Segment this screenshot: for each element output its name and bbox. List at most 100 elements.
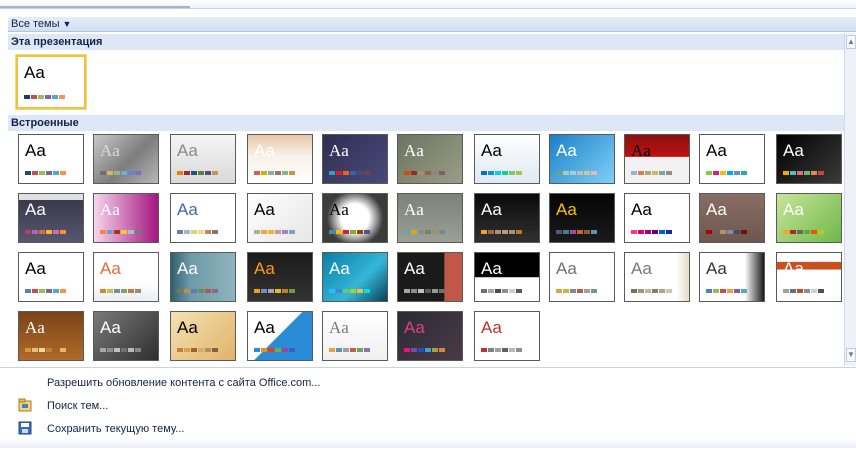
color-swatch bbox=[556, 230, 562, 234]
theme-thumbnail-verve[interactable]: Aa bbox=[624, 193, 690, 243]
theme-thumbnail-apex[interactable]: Aa bbox=[93, 134, 159, 184]
theme-thumbnail-equity[interactable]: Aa bbox=[397, 134, 463, 184]
color-swatch bbox=[282, 230, 288, 234]
color-swatch bbox=[713, 289, 719, 293]
color-swatch bbox=[25, 171, 31, 175]
color-swatch bbox=[509, 230, 515, 234]
theme-thumbnail-aspect2[interactable]: Aa bbox=[93, 252, 159, 302]
theme-sample-text: Aa bbox=[25, 318, 45, 337]
theme-thumbnail-concourse[interactable]: Aa bbox=[322, 134, 388, 184]
theme-thumbnail-clarity[interactable]: Aa bbox=[93, 311, 159, 361]
color-swatch bbox=[713, 171, 719, 175]
color-swatch bbox=[177, 289, 183, 293]
theme-color-swatches bbox=[25, 230, 67, 234]
theme-thumbnail-opulent[interactable]: Aa bbox=[18, 193, 84, 243]
filter-bar: Все темы ▼ bbox=[8, 17, 856, 32]
color-swatch bbox=[329, 171, 335, 175]
theme-thumbnail-spring[interactable]: Aa bbox=[397, 311, 463, 361]
color-swatch bbox=[432, 230, 438, 234]
theme-sample-text: Aa bbox=[254, 259, 275, 278]
all-themes-label: Все темы bbox=[11, 18, 60, 30]
color-swatch bbox=[591, 289, 597, 293]
theme-sample-text: Aa bbox=[481, 200, 502, 219]
color-swatch bbox=[289, 348, 295, 352]
color-swatch bbox=[128, 348, 134, 352]
theme-thumbnail-oriel[interactable]: Aa bbox=[93, 193, 159, 243]
color-swatch bbox=[364, 289, 370, 293]
theme-thumbnail-flow[interactable]: Aa bbox=[474, 134, 540, 184]
color-swatch bbox=[268, 289, 274, 293]
color-swatch bbox=[411, 230, 417, 234]
enable-content-updates-item[interactable]: Разрешить обновление контента с сайта Of… bbox=[47, 374, 320, 392]
browse-themes-item[interactable]: Поиск тем... bbox=[47, 397, 108, 415]
color-swatch bbox=[481, 289, 487, 293]
color-swatch bbox=[631, 230, 637, 234]
theme-thumbnail-foundry2[interactable]: Aa bbox=[397, 252, 463, 302]
theme-thumbnail-flow2[interactable]: Aa bbox=[18, 252, 84, 302]
theme-thumbnail-foundry[interactable]: Aa bbox=[549, 134, 615, 184]
theme-sample-text: Aa bbox=[100, 141, 120, 160]
theme-thumbnail-angles[interactable]: Aa bbox=[247, 311, 313, 361]
color-swatch bbox=[350, 171, 356, 175]
theme-thumbnail-black-tie[interactable]: Aa bbox=[474, 252, 540, 302]
scroll-down-arrow-icon[interactable]: ▼ bbox=[846, 348, 856, 362]
theme-thumbnail-origin[interactable]: Aa bbox=[170, 193, 236, 243]
color-swatch bbox=[783, 171, 789, 175]
theme-thumbnail-office[interactable]: Aa bbox=[18, 134, 84, 184]
color-swatch bbox=[343, 289, 349, 293]
save-current-theme-item[interactable]: Сохранить текущую тему... bbox=[47, 420, 184, 438]
all-themes-filter-button[interactable]: Все темы ▼ bbox=[11, 17, 71, 31]
color-swatch bbox=[107, 171, 113, 175]
theme-thumbnail-newsprint[interactable]: Aa bbox=[699, 193, 765, 243]
color-swatch bbox=[198, 230, 204, 234]
theme-thumbnail-pinstripe[interactable]: Aa bbox=[322, 311, 388, 361]
theme-thumbnail-pushpin[interactable]: Aa bbox=[776, 193, 842, 243]
theme-thumbnail-current[interactable]: Aa bbox=[16, 55, 86, 109]
theme-thumbnail-horizon[interactable]: Aa bbox=[624, 252, 690, 302]
theme-thumbnail-metro[interactable]: Aa bbox=[699, 134, 765, 184]
theme-thumbnail-trek[interactable]: Aa bbox=[474, 193, 540, 243]
theme-color-swatches bbox=[481, 348, 523, 352]
theme-thumbnail-executive[interactable]: Aa bbox=[776, 252, 842, 302]
theme-thumbnail-aspect[interactable]: Aa bbox=[170, 134, 236, 184]
color-swatch bbox=[502, 348, 508, 352]
theme-thumbnail-crimson[interactable]: Aa bbox=[474, 311, 540, 361]
color-swatch bbox=[357, 171, 363, 175]
theme-thumbnail-module[interactable]: Aa bbox=[776, 134, 842, 184]
theme-sample-text: Aa bbox=[783, 141, 804, 160]
color-swatch bbox=[563, 230, 569, 234]
theme-thumbnail-trek2[interactable]: Aa bbox=[247, 252, 313, 302]
color-swatch bbox=[289, 230, 295, 234]
theme-thumbnail-elemental[interactable]: Aa bbox=[170, 311, 236, 361]
color-swatch bbox=[275, 348, 281, 352]
color-swatch bbox=[432, 348, 438, 352]
theme-thumbnail-austin[interactable]: Aa bbox=[18, 311, 84, 361]
theme-thumbnail-paper[interactable]: Aa bbox=[247, 193, 313, 243]
theme-thumbnail-essential[interactable]: Aa bbox=[549, 252, 615, 302]
theme-thumbnail-hardcover[interactable]: Aa bbox=[170, 252, 236, 302]
theme-color-swatches bbox=[556, 289, 598, 293]
color-swatch bbox=[563, 289, 569, 293]
theme-color-swatches bbox=[404, 171, 446, 175]
color-swatch bbox=[797, 289, 803, 293]
theme-color-swatches bbox=[100, 289, 142, 293]
gallery-scrollbar[interactable]: ▲ ▼ bbox=[844, 33, 856, 366]
theme-thumbnail-sky[interactable]: Aa bbox=[699, 252, 765, 302]
theme-thumbnail-technic[interactable]: Aa bbox=[397, 193, 463, 243]
color-swatch bbox=[212, 171, 218, 175]
color-swatch bbox=[790, 171, 796, 175]
color-swatch bbox=[425, 289, 431, 293]
theme-thumbnail-median[interactable]: Aa bbox=[624, 134, 690, 184]
color-swatch bbox=[205, 289, 211, 293]
theme-thumbnail-civic[interactable]: Aa bbox=[247, 134, 313, 184]
scroll-up-arrow-icon[interactable]: ▲ bbox=[846, 35, 856, 49]
color-swatch bbox=[488, 230, 494, 234]
theme-thumbnail-urban[interactable]: Aa bbox=[549, 193, 615, 243]
color-swatch bbox=[818, 230, 824, 234]
color-swatch bbox=[46, 230, 52, 234]
color-swatch bbox=[804, 230, 810, 234]
color-swatch bbox=[39, 230, 45, 234]
theme-thumbnail-solstice[interactable]: Aa bbox=[322, 193, 388, 243]
theme-sample-text: Aa bbox=[404, 259, 425, 278]
theme-thumbnail-waveform[interactable]: Aa bbox=[322, 252, 388, 302]
